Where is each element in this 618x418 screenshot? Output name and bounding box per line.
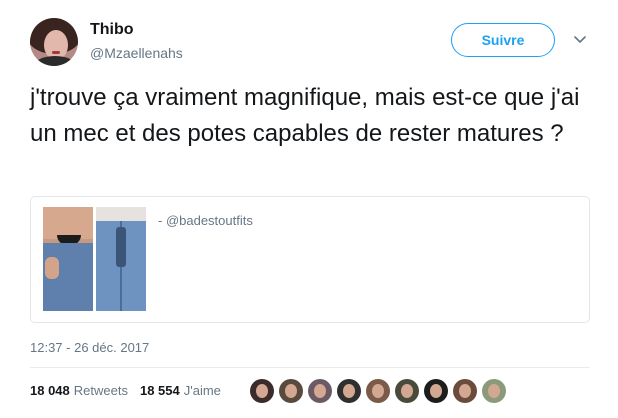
liker-face — [401, 384, 413, 398]
liker-avatar[interactable] — [250, 379, 274, 403]
liker-avatar[interactable] — [337, 379, 361, 403]
author-avatar[interactable] — [30, 18, 78, 66]
liker-face — [372, 384, 384, 398]
photo-hand — [45, 257, 59, 279]
embedded-tweet-card[interactable]: - @badestoutfits — [30, 196, 590, 323]
follow-button[interactable]: Suivre — [451, 23, 555, 57]
liker-avatar[interactable] — [482, 379, 506, 403]
embedded-photo-1[interactable] — [43, 207, 93, 311]
likes-label[interactable]: J'aime — [184, 383, 221, 398]
divider — [30, 367, 590, 368]
liker-avatar[interactable] — [279, 379, 303, 403]
likes-count[interactable]: 18 554 — [140, 383, 180, 398]
liker-avatar[interactable] — [308, 379, 332, 403]
photo-fly — [116, 227, 126, 267]
author-name[interactable]: Thibo — [90, 21, 134, 39]
liker-avatar[interactable] — [453, 379, 477, 403]
liker-avatar[interactable] — [424, 379, 448, 403]
chevron-down-icon[interactable] — [574, 34, 586, 46]
liker-face — [314, 384, 326, 398]
tweet-text: j'trouve ça vraiment magnifique, mais es… — [30, 84, 580, 147]
liker-face — [285, 384, 297, 398]
avatar-lip — [52, 51, 60, 54]
tweet-stats: 18 048 Retweets 18 554 J'aime — [30, 383, 233, 398]
liker-face — [343, 384, 355, 398]
retweets-count[interactable]: 18 048 — [30, 383, 70, 398]
liker-face — [488, 384, 500, 398]
author-handle[interactable]: @Mzaellenahs — [90, 45, 183, 61]
tweet-timestamp[interactable]: 12:37 - 26 déc. 2017 — [30, 340, 149, 355]
liker-face — [459, 384, 471, 398]
avatar-shoulder — [34, 56, 76, 66]
likers-avatars — [250, 379, 511, 403]
embedded-photo-2[interactable] — [96, 207, 146, 311]
liker-avatar[interactable] — [395, 379, 419, 403]
embedded-credit: - @badestoutfits — [158, 213, 253, 228]
tweet: Thibo @Mzaellenahs Suivre j'trouve ça vr… — [0, 0, 618, 418]
liker-face — [256, 384, 268, 398]
retweets-label[interactable]: Retweets — [74, 383, 128, 398]
liker-face — [430, 384, 442, 398]
liker-avatar[interactable] — [366, 379, 390, 403]
